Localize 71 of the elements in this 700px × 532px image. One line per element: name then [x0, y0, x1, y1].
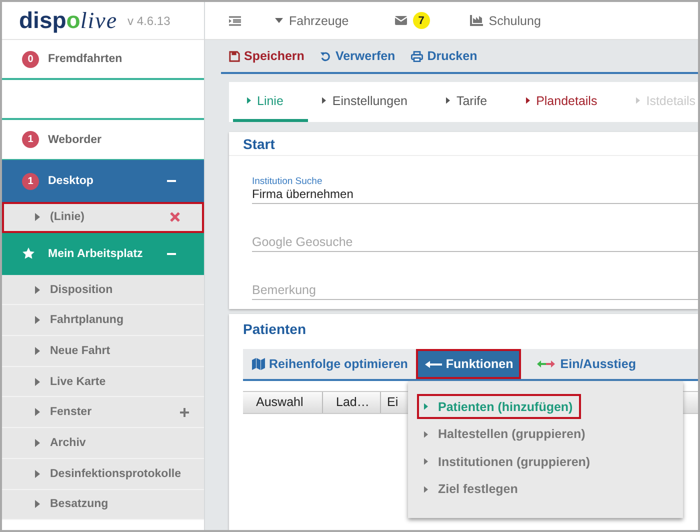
caret-icon — [424, 486, 428, 492]
tab[interactable]: Linie — [233, 82, 308, 122]
menu-item[interactable]: Ziel festlegen — [417, 476, 526, 502]
map-icon — [252, 358, 265, 370]
sidebar-subitem[interactable]: Desinfektionsprotokolle — [2, 458, 204, 490]
section-title: Patienten — [242, 320, 308, 339]
collapse-icon[interactable] — [167, 252, 176, 255]
caret-icon — [424, 430, 428, 438]
caret-icon — [35, 316, 40, 324]
vehicles-menu[interactable]: Fahrzeuge — [275, 14, 349, 28]
message-count-badge: 7 — [412, 12, 430, 29]
save-button[interactable]: Speichern — [229, 49, 304, 63]
count-badge: 0 — [22, 50, 39, 68]
functions-button[interactable]: Funktionen — [416, 349, 522, 379]
sidebar-subitem[interactable]: (Linie) — [2, 202, 204, 233]
sidebar-subitem[interactable]: Fenster — [2, 397, 204, 428]
sidebar-subitem[interactable]: Neue Fahrt — [2, 336, 204, 367]
tab[interactable]: Tarife — [432, 82, 512, 122]
tab[interactable]: Plandetails — [512, 82, 622, 122]
caret-icon — [275, 18, 283, 23]
boarding-button[interactable]: Ein/Ausstieg — [527, 349, 644, 379]
count-badge: 1 — [22, 172, 39, 190]
sidebar-subitem[interactable]: Besatzung — [2, 490, 204, 520]
sidebar-group[interactable]: Mein Arbeitsplatz — [2, 232, 204, 275]
caret-icon — [247, 97, 251, 104]
swap-arrows-icon — [536, 359, 556, 369]
column-header[interactable]: Lad… — [323, 392, 381, 413]
text-field[interactable]: Bemerkung — [252, 283, 698, 297]
caret-icon — [35, 470, 40, 478]
caret-icon — [424, 403, 428, 410]
app-logo: dispolive — [19, 7, 118, 34]
column-header[interactable]: Auswahl — [243, 392, 323, 413]
undo-button[interactable]: Verwerfen — [320, 49, 396, 63]
sidebar-subitem[interactable]: Disposition — [2, 274, 204, 306]
caret-icon — [35, 346, 40, 355]
caret-icon — [35, 378, 40, 386]
star-icon — [22, 247, 35, 260]
sidebar-subitem[interactable]: Fahrtplanung — [2, 305, 204, 336]
sidebar-subitem[interactable]: Archiv — [2, 428, 204, 459]
count-badge: 1 — [22, 131, 39, 148]
chart-icon — [470, 15, 483, 26]
sidebar-subitem[interactable]: Live Karte — [2, 366, 204, 398]
close-icon[interactable] — [170, 212, 180, 222]
caret-icon — [35, 438, 40, 447]
caret-icon — [35, 500, 40, 508]
mail-icon[interactable] — [394, 16, 407, 25]
caret-icon — [35, 408, 40, 416]
sidebar-item[interactable]: 0 Fremdfahrten — [2, 40, 204, 80]
caret-icon — [446, 97, 450, 104]
menu-toggle-icon[interactable] — [229, 16, 241, 26]
caret-icon — [35, 212, 40, 221]
text-field[interactable]: Google Geosuche — [252, 235, 698, 249]
menu-item[interactable]: Institutionen (gruppieren) — [417, 449, 598, 474]
menu-item[interactable]: Haltestellen (gruppieren) — [417, 422, 594, 446]
sidebar-group[interactable]: 1 Desktop — [2, 160, 204, 202]
training-link[interactable]: Schulung — [470, 14, 541, 28]
plus-icon[interactable] — [180, 408, 189, 418]
caret-icon — [424, 458, 428, 465]
caret-icon — [35, 286, 40, 294]
caret-icon — [526, 97, 530, 104]
undo-icon — [320, 50, 332, 62]
section-title: Start — [229, 132, 698, 156]
version-label: v 4.6.13 — [128, 14, 170, 28]
save-icon — [229, 50, 240, 62]
optimize-order-button[interactable]: Reihenfolge optimieren — [243, 349, 416, 379]
print-button[interactable]: Drucken — [411, 49, 478, 63]
tab[interactable]: Einstellungen — [308, 82, 432, 122]
printer-icon — [411, 50, 424, 62]
institution-search-field[interactable]: Institution Suche Firma übernehmen — [252, 156, 698, 204]
caret-icon — [636, 97, 640, 104]
caret-icon — [322, 97, 326, 104]
